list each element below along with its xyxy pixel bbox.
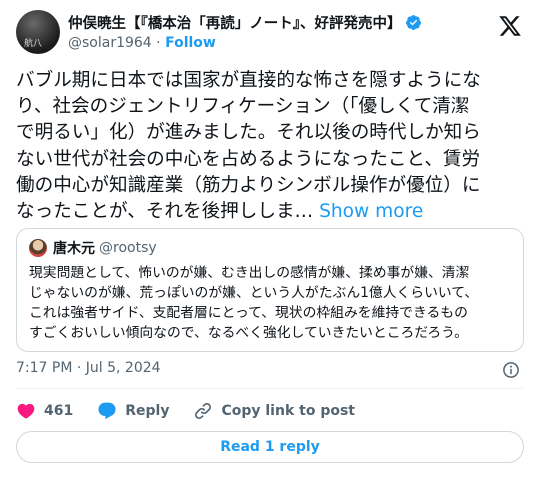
post-meta: 7:17 PM · Jul 5, 2024	[16, 360, 524, 380]
show-more-link[interactable]: Show more	[319, 201, 423, 222]
post-header: 航八 仲俣暁生【『橋本治「再読」ノート』、好評発売中】 @solar1964 ·…	[16, 10, 524, 54]
post-text-truncated: なったことが、それを後押ししま…	[16, 201, 314, 223]
quoted-post[interactable]: 唐木元 @rootsy 現実問題として、怖いのが嫌、むき出しの感情が嫌、揉め事が…	[16, 228, 524, 352]
verified-badge-icon	[405, 14, 421, 30]
quoted-author-handle: @rootsy	[99, 240, 157, 256]
info-icon[interactable]	[502, 361, 520, 379]
copy-link-label: Copy link to post	[221, 403, 355, 419]
display-name-row: 仲俣暁生【『橋本治「再読」ノート』、好評発売中】	[68, 12, 468, 32]
post-text-line: ない世代が社会の中心を占めるようになったこと、賃労	[16, 148, 481, 170]
avatar-mark: 航八	[24, 39, 43, 49]
quoted-text-line: すごくおいしい傾向なので、なるべく強化していきたいところだろう。	[29, 325, 468, 341]
quoted-author-avatar	[29, 239, 47, 257]
post-text-line: り、社会のジェントリフィケーション（「優しくて清潔	[16, 96, 470, 118]
post-text: バブル期に日本では国家が直接的な怖さを隠すようにな り、社会のジェントリフィケー…	[16, 68, 526, 225]
quoted-post-text: 現実問題として、怖いのが嫌、むき出しの感情が嫌、揉め事が嫌、清潔 じゃないのが嫌…	[29, 263, 513, 343]
post-text-line: 働の中心が知識産業（筋力よりシンボル操作が優位）に	[16, 174, 481, 196]
reply-icon	[98, 402, 116, 420]
handle-row: @solar1964 · Follow	[68, 35, 468, 51]
like-button[interactable]: 461	[16, 401, 73, 421]
reply-button[interactable]: Reply	[97, 401, 169, 421]
copy-link-button[interactable]: Copy link to post	[193, 401, 355, 421]
dot-separator: ·	[156, 35, 161, 51]
author-avatar[interactable]: 航八	[16, 10, 60, 54]
reply-label: Reply	[125, 403, 170, 419]
quoted-author-name: 唐木元	[53, 241, 95, 257]
divider	[16, 388, 524, 389]
post-text-line: バブル期に日本では国家が直接的な怖さを隠すようにな	[16, 70, 481, 91]
quoted-text-line: これは強者サイド、支配者層にとって、現状の枠組みを維持できるもの	[29, 305, 468, 321]
embedded-post-card: 航八 仲俣暁生【『橋本治「再読」ノート』、好評発売中】 @solar1964 ·…	[0, 0, 540, 478]
like-count: 461	[44, 403, 74, 419]
quoted-text-line: 現実問題として、怖いのが嫌、むき出しの感情が嫌、揉め事が嫌、清潔	[29, 265, 470, 281]
author-handle[interactable]: @solar1964	[68, 35, 152, 51]
action-bar: 461 Reply Copy link to post	[16, 400, 379, 422]
post-text-line: で明るい」化）が進みました。それ以後の時代しか知ら	[16, 122, 481, 144]
quoted-text-line: じゃないのが嫌、荒っぽいのが嫌、という人がたぶん1億人くらいいて、	[29, 285, 479, 301]
post-timestamp[interactable]: 7:17 PM · Jul 5, 2024	[16, 360, 161, 376]
post-text-last-line: なったことが、それを後押ししま… Show more	[16, 199, 526, 225]
x-logo-icon[interactable]	[498, 14, 522, 38]
quoted-post-header: 唐木元 @rootsy	[29, 238, 157, 258]
follow-button[interactable]: Follow	[165, 35, 216, 51]
link-icon	[195, 402, 212, 420]
author-names: 仲俣暁生【『橋本治「再読」ノート』、好評発売中】 @solar1964 · Fo…	[68, 12, 468, 51]
author-display-name[interactable]: 仲俣暁生【『橋本治「再読」ノート』、好評発売中】	[68, 12, 402, 33]
heart-icon	[17, 403, 35, 419]
read-replies-button[interactable]: Read 1 reply	[16, 431, 524, 463]
